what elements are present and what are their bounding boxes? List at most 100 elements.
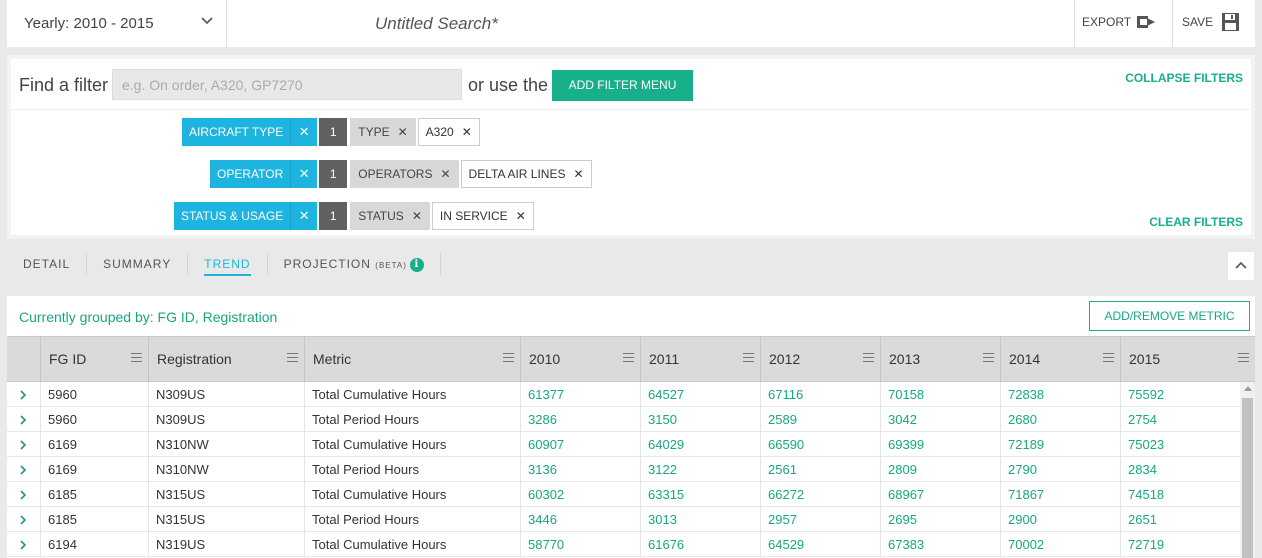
info-icon[interactable]: i xyxy=(409,257,424,272)
close-icon[interactable]: ✕ xyxy=(462,125,472,139)
tab-detail[interactable]: DETAIL xyxy=(7,253,88,275)
chevron-up-icon xyxy=(1235,261,1247,269)
tab-summary[interactable]: SUMMARY xyxy=(87,253,189,275)
column-menu-icon[interactable] xyxy=(1238,353,1249,362)
column-menu-icon[interactable] xyxy=(983,353,994,362)
table-row[interactable]: 6185 N315US Total Cumulative Hours 60302 633… xyxy=(7,482,1240,507)
export-button[interactable]: EXPORT xyxy=(1074,0,1172,47)
close-icon[interactable]: ✕ xyxy=(290,202,318,230)
metric-value-cell: 75592 xyxy=(1120,382,1240,407)
table-row[interactable]: 6185 N315US Total Period Hours 3446 3013 2957… xyxy=(7,507,1240,532)
table-row[interactable]: 6194 N319US Total Cumulative Hours 58770 616… xyxy=(7,532,1240,557)
close-icon[interactable]: ✕ xyxy=(398,125,408,139)
tab-label: PROJECTION xyxy=(283,257,371,271)
collapse-button[interactable] xyxy=(1228,252,1254,280)
metric-value-cell: 3446 xyxy=(520,507,640,532)
filter-value-chip[interactable]: A320 ✕ xyxy=(417,118,480,146)
column-header[interactable]: FG ID xyxy=(40,337,148,381)
filter-value-label: A320 xyxy=(425,125,454,139)
filters-panel: Find a filter or use the ADD FILTER MENU… xyxy=(7,55,1255,239)
export-icon xyxy=(1137,16,1155,28)
close-icon[interactable]: ✕ xyxy=(290,160,318,188)
column-header[interactable]: 2011 xyxy=(640,337,760,381)
save-button[interactable]: SAVE xyxy=(1172,0,1255,47)
table-cell: N315US xyxy=(148,482,304,507)
metric-value-cell: 71867 xyxy=(1000,482,1120,507)
vertical-scrollbar[interactable] xyxy=(1240,382,1255,558)
metric-value-cell: 2754 xyxy=(1120,407,1240,432)
close-icon[interactable]: ✕ xyxy=(573,167,583,181)
metric-value-cell: 66590 xyxy=(760,432,880,457)
chevron-right-icon xyxy=(20,515,27,525)
metric-value-cell: 64527 xyxy=(640,382,760,407)
filter-search-input[interactable] xyxy=(112,69,462,100)
filter-category-chip[interactable]: AIRCRAFT TYPE xyxy=(182,118,291,146)
filter-field-label: TYPE xyxy=(358,125,390,139)
scroll-up-icon[interactable] xyxy=(1244,386,1252,391)
scrollbar-thumb[interactable] xyxy=(1242,398,1253,558)
column-header[interactable]: 2013 xyxy=(880,337,1000,381)
close-icon[interactable]: ✕ xyxy=(412,209,422,223)
table-cell: 6194 xyxy=(40,532,148,557)
expand-row-button[interactable] xyxy=(7,407,40,432)
add-filter-menu-button[interactable]: ADD FILTER MENU xyxy=(552,70,693,101)
metric-value-cell: 60907 xyxy=(520,432,640,457)
metric-value-cell: 69399 xyxy=(880,432,1000,457)
close-icon[interactable]: ✕ xyxy=(440,167,450,181)
close-icon[interactable]: ✕ xyxy=(290,118,318,146)
close-icon[interactable]: ✕ xyxy=(516,209,526,223)
column-header-label: 2013 xyxy=(889,351,921,367)
filter-divider xyxy=(11,109,1251,110)
expand-row-button[interactable] xyxy=(7,457,40,482)
expand-row-button[interactable] xyxy=(7,507,40,532)
column-header[interactable]: 2014 xyxy=(1000,337,1120,381)
table-row[interactable]: 5960 N309US Total Cumulative Hours 61377 645… xyxy=(7,382,1240,407)
expand-row-button[interactable] xyxy=(7,382,40,407)
filter-field-chip[interactable]: TYPE ✕ xyxy=(350,118,416,146)
metric-value-cell: 68967 xyxy=(880,482,1000,507)
metric-value-cell: 3122 xyxy=(640,457,760,482)
column-menu-icon[interactable] xyxy=(743,353,754,362)
period-label: Yearly: 2010 - 2015 xyxy=(24,15,154,32)
column-header[interactable]: 2015 xyxy=(1120,337,1255,381)
search-title[interactable]: Untitled Search* xyxy=(375,14,498,34)
filter-value-chip[interactable]: DELTA AIR LINES ✕ xyxy=(460,160,592,188)
expand-row-button[interactable] xyxy=(7,532,40,557)
collapse-filters-link[interactable]: COLLAPSE FILTERS xyxy=(1125,71,1243,85)
filter-category-chip[interactable]: STATUS & USAGE xyxy=(174,202,291,230)
column-menu-icon[interactable] xyxy=(503,353,514,362)
chevron-right-icon xyxy=(20,490,27,500)
column-menu-icon[interactable] xyxy=(131,353,142,362)
column-menu-icon[interactable] xyxy=(863,353,874,362)
expand-row-button[interactable] xyxy=(7,432,40,457)
column-menu-icon[interactable] xyxy=(287,353,298,362)
table-row[interactable]: 6169 N310NW Total Period Hours 3136 3122 2561… xyxy=(7,457,1240,482)
column-header[interactable]: Registration xyxy=(148,337,304,381)
add-remove-metric-button[interactable]: ADD/REMOVE METRIC xyxy=(1089,301,1250,331)
expand-row-button[interactable] xyxy=(7,482,40,507)
clear-filters-link[interactable]: CLEAR FILTERS xyxy=(1149,215,1243,229)
column-header[interactable]: Metric xyxy=(304,337,520,381)
column-header[interactable]: 2012 xyxy=(760,337,880,381)
column-header-label: 2011 xyxy=(649,351,680,367)
filter-field-chip[interactable]: STATUS ✕ xyxy=(350,202,430,230)
column-menu-icon[interactable] xyxy=(1103,353,1114,362)
column-header-label: Registration xyxy=(157,351,232,367)
tab-label: SUMMARY xyxy=(103,257,172,271)
column-menu-icon[interactable] xyxy=(623,353,634,362)
floppy-disk-icon xyxy=(1222,13,1239,31)
period-dropdown[interactable]: Yearly: 2010 - 2015 xyxy=(7,0,227,47)
table-body: 5960 N309US Total Cumulative Hours 61377 645… xyxy=(7,382,1240,557)
column-header[interactable]: 2010 xyxy=(520,337,640,381)
tab-label: DETAIL xyxy=(23,257,71,271)
table-cell: 5960 xyxy=(40,407,148,432)
filter-field-chip[interactable]: OPERATORS ✕ xyxy=(350,160,459,188)
filter-value-chip[interactable]: IN SERVICE ✕ xyxy=(431,202,534,230)
tab-label: TREND xyxy=(204,257,251,276)
table-row[interactable]: 6169 N310NW Total Cumulative Hours 60907 640… xyxy=(7,432,1240,457)
export-label: EXPORT xyxy=(1082,15,1132,29)
filter-category-chip[interactable]: OPERATOR xyxy=(210,160,291,188)
tab-projection[interactable]: PROJECTION (BETA) i xyxy=(268,253,441,275)
tab-trend[interactable]: TREND xyxy=(188,253,268,276)
table-row[interactable]: 5960 N309US Total Period Hours 3286 3150 2589… xyxy=(7,407,1240,432)
